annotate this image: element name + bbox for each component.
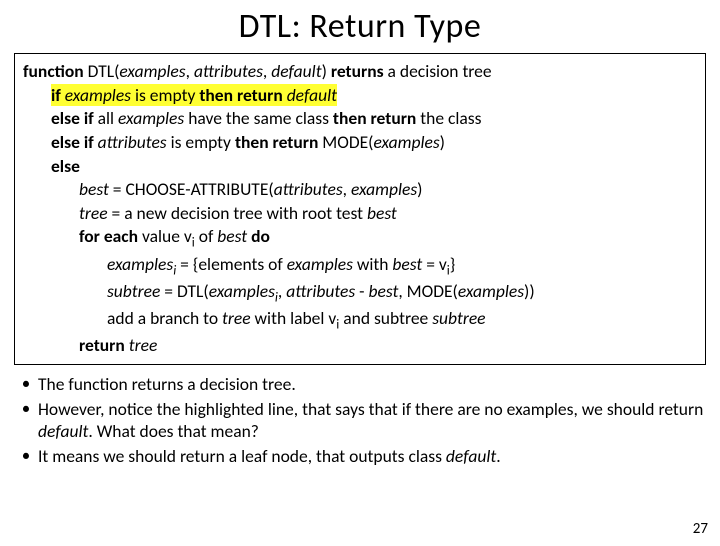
code-line-12: return tree	[23, 334, 697, 358]
bullet-dot-icon: •	[14, 373, 38, 395]
code-line-3: else if all examples have the same class…	[23, 107, 697, 131]
bullet-1-text: The function returns a decision tree.	[38, 373, 706, 396]
bullet-dot-icon: •	[14, 445, 38, 467]
code-line-4: else if attributes is empty then return …	[23, 131, 697, 155]
code-line-1: function DTL(examples, attributes, defau…	[23, 60, 697, 84]
bullet-3-text: It means we should return a leaf node, t…	[38, 445, 706, 468]
bullet-1: • The function returns a decision tree.	[14, 373, 706, 396]
code-line-9: examplesi = {elements of examples with b…	[23, 253, 697, 280]
bullet-dot-icon: •	[14, 398, 38, 420]
bullet-2: • However, notice the highlighted line, …	[14, 398, 706, 444]
bullet-list: • The function returns a decision tree. …	[14, 373, 706, 468]
code-line-2-highlighted: if examples is empty then return default	[23, 84, 697, 108]
page-number: 27	[693, 520, 708, 538]
code-line-5: else	[23, 155, 697, 179]
slide-title: DTL: Return Type	[0, 6, 720, 47]
code-line-10: subtree = DTL(examplesi, attributes - be…	[23, 280, 697, 307]
code-line-8: for each value vi of best do	[23, 225, 697, 252]
bullet-2-text: However, notice the highlighted line, th…	[38, 398, 706, 444]
bullet-3: • It means we should return a leaf node,…	[14, 445, 706, 468]
code-line-7: tree = a new decision tree with root tes…	[23, 202, 697, 226]
code-line-6: best = CHOOSE-ATTRIBUTE(attributes, exam…	[23, 178, 697, 202]
pseudocode-box: function DTL(examples, attributes, defau…	[14, 53, 706, 365]
code-line-11: add a branch to tree with label vi and s…	[23, 307, 697, 334]
